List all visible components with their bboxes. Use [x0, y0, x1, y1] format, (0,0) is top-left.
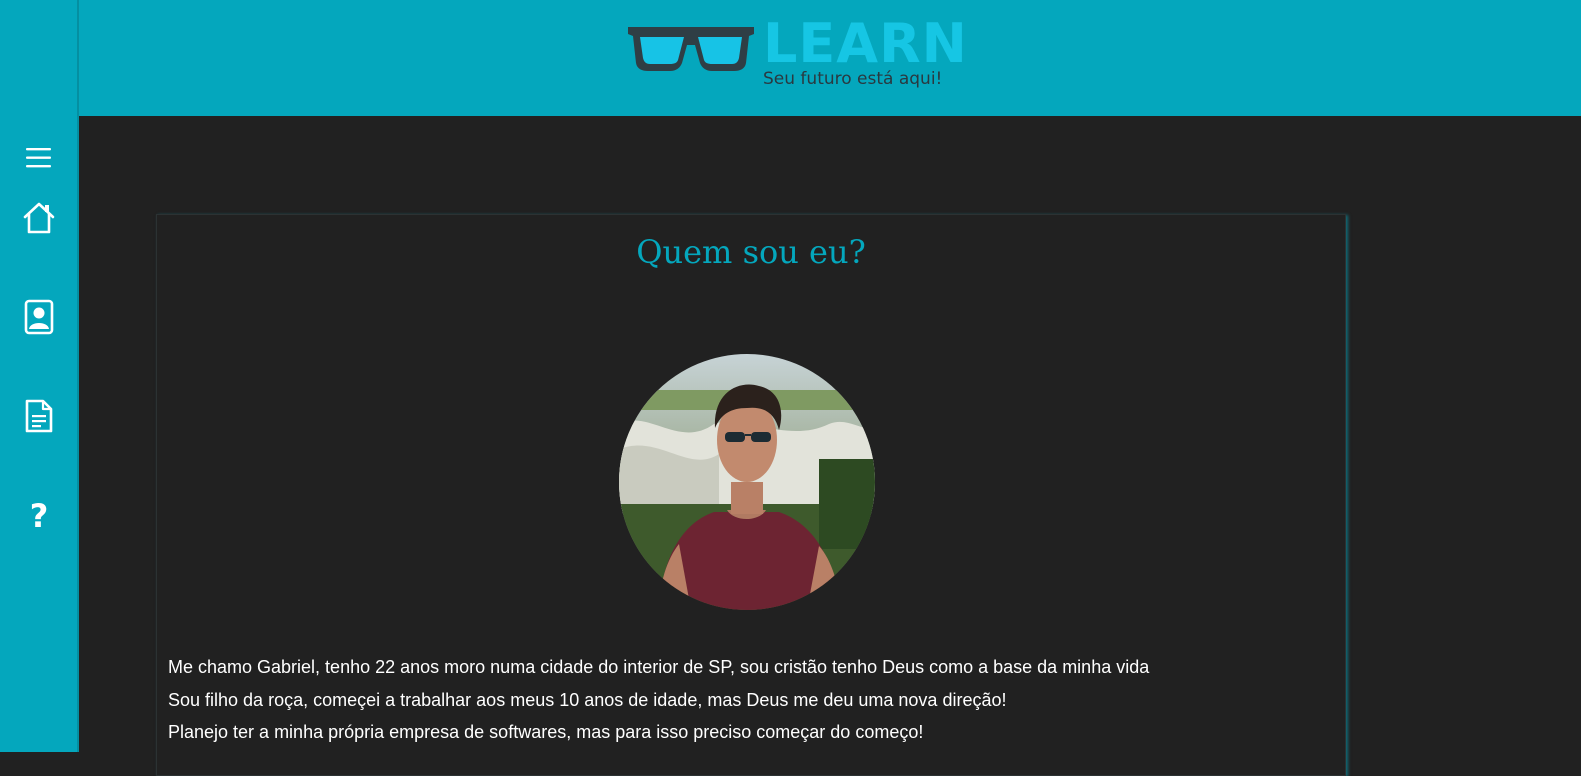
- glasses-icon: [628, 27, 754, 71]
- profile-card-icon: [24, 299, 54, 335]
- help-button[interactable]: ?: [19, 496, 59, 536]
- help-icon: ?: [29, 497, 49, 535]
- sidebar: ?: [0, 0, 79, 752]
- page-title: Quem sou eu?: [636, 233, 866, 271]
- bio-paragraph: Me chamo Gabriel, tenho 22 anos moro num…: [168, 657, 1150, 677]
- header: LEARN Seu futuro está aqui!: [79, 0, 1581, 116]
- about-button[interactable]: [19, 297, 59, 337]
- logo-tagline: Seu futuro está aqui!: [763, 69, 943, 89]
- home-icon: [23, 202, 55, 234]
- document-icon: [25, 399, 53, 433]
- bio-text: Me chamo Gabriel, tenho 22 anos moro num…: [168, 651, 1338, 749]
- logo-wordmark: LEARN: [763, 12, 968, 75]
- menu-button[interactable]: [19, 138, 59, 178]
- profile-photo: [619, 354, 875, 610]
- bio-paragraph: Planejo ter a minha própria empresa de s…: [168, 722, 924, 742]
- home-button[interactable]: [19, 198, 59, 238]
- about-card: Quem sou eu? Me chamo Gabriel, tenho 22 …: [156, 214, 1346, 776]
- menu-icon: [26, 148, 51, 168]
- bio-paragraph: Sou filho da roça, começei a trabalhar a…: [168, 689, 1007, 710]
- documents-button[interactable]: [19, 396, 59, 436]
- logo[interactable]: LEARN Seu futuro está aqui!: [626, 14, 967, 98]
